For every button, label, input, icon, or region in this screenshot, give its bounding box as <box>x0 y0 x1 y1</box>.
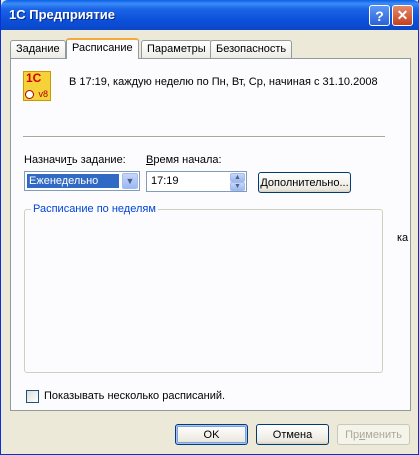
1c-logo-icon: 1С v8 <box>23 71 51 101</box>
show-multiple-label[interactable]: Показывать несколько расписаний. <box>44 390 225 402</box>
logo-version: v8 <box>38 89 48 99</box>
logo-text: 1С <box>26 71 42 85</box>
period-select[interactable]: Еженедельно ▼ <box>24 171 140 191</box>
window-title: 1С Предприятие <box>9 7 115 22</box>
tab-parameters[interactable]: Параметры <box>141 40 212 58</box>
spin-up-icon[interactable]: ▲ <box>230 173 245 182</box>
tab-schedule[interactable]: Расписание <box>66 38 139 59</box>
clipped-label: ка <box>397 232 409 244</box>
schedule-panel: 1С v8 В 17:19, каждую неделю по Пн, Вт, … <box>10 58 411 411</box>
ok-button[interactable]: OK <box>175 424 248 445</box>
cancel-button[interactable]: Отмена <box>256 424 329 445</box>
tab-security[interactable]: Безопасность <box>210 40 293 58</box>
title-bar[interactable]: 1С Предприятие ? ✕ <box>1 0 419 30</box>
close-button[interactable]: ✕ <box>392 5 413 26</box>
start-time-label: Время начала: <box>146 154 222 166</box>
clock-icon <box>25 90 34 99</box>
spin-down-icon[interactable]: ▼ <box>230 182 245 191</box>
separator <box>23 136 385 138</box>
start-time-value: 17:19 <box>151 175 179 187</box>
show-multiple-checkbox[interactable] <box>26 390 39 403</box>
group-title: Расписание по неделям <box>31 203 158 215</box>
close-icon: ✕ <box>396 7 409 23</box>
assign-task-label: Назначить задание: <box>24 154 126 166</box>
help-icon: ? <box>375 7 384 24</box>
start-time-input[interactable]: 17:19 ▲ ▼ <box>146 171 247 192</box>
chevron-down-icon[interactable]: ▼ <box>122 173 138 189</box>
dialog-window: 1С Предприятие ? ✕ Задание Расписание Па… <box>0 0 419 455</box>
tab-task[interactable]: Задание <box>10 40 66 58</box>
help-button[interactable]: ? <box>369 5 390 26</box>
weekly-schedule-group <box>24 209 383 373</box>
schedule-summary: В 17:19, каждую неделю по Пн, Вт, Ср, на… <box>69 76 378 88</box>
more-button[interactable]: Дополнительно... <box>258 172 351 193</box>
period-select-value: Еженедельно <box>27 174 119 188</box>
apply-button[interactable]: Пр и менить <box>337 424 410 445</box>
